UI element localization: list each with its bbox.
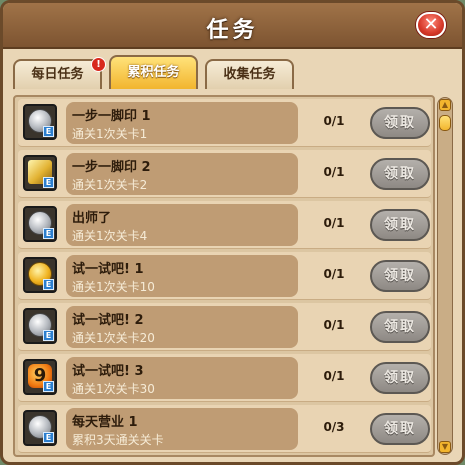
item-tag: E <box>43 381 54 392</box>
task-description: 通关1次关卡10 <box>72 280 155 294</box>
tab-daily-tasks-label: 每日任务 <box>31 67 84 82</box>
claim-button[interactable]: 领取 <box>370 209 430 241</box>
task-info: 试一试吧! 1 通关1次关卡10 <box>66 255 298 297</box>
task-name: 一步一脚印 1 <box>72 109 151 124</box>
task-name: 出师了 <box>72 211 112 226</box>
tab-cumulative-tasks[interactable]: 累积任务 <box>109 55 198 89</box>
task-progress: 0/1 <box>323 369 345 383</box>
task-window: 任务 ✕ 每日任务 ! 累积任务 收集任务 E 一步一脚印 1 通关1次关卡1 … <box>0 0 465 465</box>
claim-button[interactable]: 领取 <box>370 311 430 343</box>
task-description: 累积3天通关关卡 <box>72 433 164 447</box>
task-progress: 0/1 <box>323 114 345 128</box>
tab-daily-tasks[interactable]: 每日任务 ! <box>13 57 106 89</box>
item-tag: E <box>43 279 54 290</box>
task-row: E 一步一脚印 1 通关1次关卡1 0/1 领取 <box>18 99 431 147</box>
task-row: E 出师了 通关1次关卡4 0/1 领取 <box>18 201 431 249</box>
task-info: 试一试吧! 2 通关1次关卡20 <box>66 306 298 348</box>
task-row: 9 E 试一试吧! 3 通关1次关卡30 0/1 领取 <box>18 354 431 402</box>
task-info: 每天营业 1 累积3天通关关卡 <box>66 408 298 450</box>
item-tag: E <box>43 432 54 443</box>
task-progress: 0/1 <box>323 216 345 230</box>
task-progress: 0/1 <box>323 267 345 281</box>
task-progress: 0/1 <box>323 318 345 332</box>
task-info: 出师了 通关1次关卡4 <box>66 204 298 246</box>
scroll-thumb[interactable] <box>439 115 451 131</box>
notification-badge: ! <box>91 57 106 72</box>
claim-button[interactable]: 领取 <box>370 413 430 445</box>
gold-coin-icon: E <box>23 257 57 293</box>
claim-button[interactable]: 领取 <box>370 260 430 292</box>
tab-cumulative-tasks-label: 累积任务 <box>127 65 180 80</box>
close-button[interactable]: ✕ <box>416 12 446 38</box>
task-row: E 每天营业 1 累积3天通关关卡 0/3 领取 <box>18 405 431 453</box>
title-bar: 任务 ✕ <box>3 3 462 49</box>
task-progress: 0/1 <box>323 165 345 179</box>
scroll-up-arrow-icon[interactable]: ▲ <box>439 99 451 111</box>
silver-coin-icon: E <box>23 410 57 446</box>
claim-button[interactable]: 领取 <box>370 107 430 139</box>
task-list: E 一步一脚印 1 通关1次关卡1 0/1 领取 E 一步一脚印 2 通关1次关… <box>13 95 435 457</box>
scrollbar[interactable]: ▲ ▼ <box>437 97 453 455</box>
task-name: 试一试吧! 1 <box>72 262 144 277</box>
silver-coin-icon: E <box>23 308 57 344</box>
silver-coin-icon: E <box>23 206 57 242</box>
item-tag: E <box>43 330 54 341</box>
task-progress: 0/3 <box>323 420 345 434</box>
window-title: 任务 <box>206 18 259 43</box>
claim-button[interactable]: 领取 <box>370 362 430 394</box>
task-info: 试一试吧! 3 通关1次关卡30 <box>66 357 298 399</box>
task-name: 每天营业 1 <box>72 415 138 430</box>
task-description: 通关1次关卡20 <box>72 331 155 345</box>
item-tag: E <box>43 126 54 137</box>
scroll-down-arrow-icon[interactable]: ▼ <box>439 441 451 453</box>
task-name: 试一试吧! 3 <box>72 364 144 379</box>
task-description: 通关1次关卡30 <box>72 382 155 396</box>
task-row: E 一步一脚印 2 通关1次关卡2 0/1 领取 <box>18 150 431 198</box>
task-description: 通关1次关卡4 <box>72 229 148 243</box>
tab-collection-tasks[interactable]: 收集任务 <box>205 59 294 89</box>
task-row: E 试一试吧! 2 通关1次关卡20 0/1 领取 <box>18 303 431 351</box>
silver-coin-icon: E <box>23 104 57 140</box>
claim-button[interactable]: 领取 <box>370 158 430 190</box>
lightning-card-icon: E <box>23 155 57 191</box>
task-description: 通关1次关卡1 <box>72 127 148 141</box>
item-tag: E <box>43 228 54 239</box>
nine-card-icon: 9 E <box>23 359 57 395</box>
task-description: 通关1次关卡2 <box>72 178 148 192</box>
tab-bar: 每日任务 ! 累积任务 收集任务 <box>13 55 453 89</box>
task-info: 一步一脚印 1 通关1次关卡1 <box>66 102 298 144</box>
tab-collection-tasks-label: 收集任务 <box>223 67 276 82</box>
task-name: 试一试吧! 2 <box>72 313 144 328</box>
task-row: E 试一试吧! 1 通关1次关卡10 0/1 领取 <box>18 252 431 300</box>
item-tag: E <box>43 177 54 188</box>
task-info: 一步一脚印 2 通关1次关卡2 <box>66 153 298 195</box>
task-name: 一步一脚印 2 <box>72 160 151 175</box>
